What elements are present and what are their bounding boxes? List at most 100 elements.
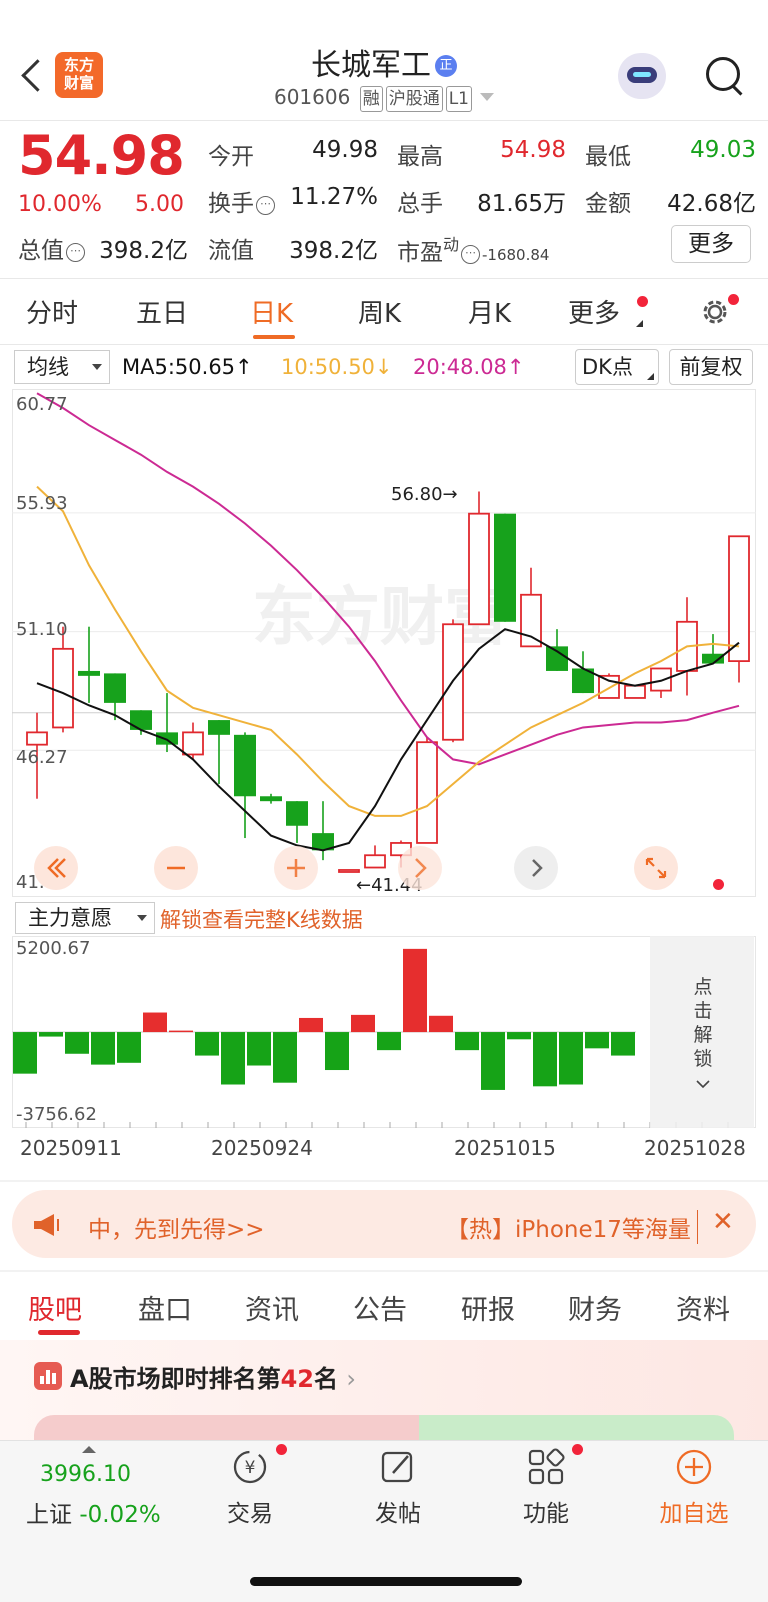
index-value[interactable]: 3996.10: [40, 1462, 131, 1487]
tab-weekly-k[interactable]: 周K: [358, 293, 401, 330]
notification-dot: [637, 296, 648, 307]
candle-body-up: [26, 731, 48, 746]
tab-finance[interactable]: 财务: [568, 1288, 622, 1327]
rank-prefix: A股市场即时排名第: [70, 1365, 281, 1393]
amount-value: 42.68亿: [667, 191, 756, 217]
mktcap-label: 总值 ⋯: [18, 231, 87, 265]
dk-point-button[interactable]: DK点: [575, 349, 659, 385]
candle-body-up: [520, 593, 542, 648]
candlestick-chart[interactable]: 东方财富: [12, 389, 756, 897]
unlock-char: 锁: [693, 1048, 713, 1070]
candle-body-down: [104, 673, 126, 703]
candle-body-down: [78, 670, 100, 676]
tab-more[interactable]: 更多: [568, 293, 620, 330]
mktcap-label-text: 总值: [18, 238, 64, 264]
info-icon[interactable]: ⋯: [66, 243, 85, 262]
scroll-left-button[interactable]: [34, 846, 78, 890]
candle-body-up: [52, 647, 74, 729]
tab-order-book[interactable]: 盘口: [138, 1288, 192, 1327]
volume-label: 总手: [397, 191, 443, 217]
rank-text[interactable]: A股市场即时排名第42名 ›: [70, 1359, 356, 1394]
info-icon[interactable]: ⋯: [256, 196, 275, 215]
scroll-right-button[interactable]: [398, 846, 442, 890]
info-icon[interactable]: ⋯: [461, 245, 481, 264]
tab-research[interactable]: 研报: [461, 1288, 515, 1327]
ma5-value: MA5:50.65↑: [122, 355, 253, 379]
tab-intraday[interactable]: 分时: [26, 293, 78, 330]
outflow-bar: [247, 1032, 271, 1066]
ma20-line: [36, 392, 740, 766]
pe-label: 市盈动 ⋯ -1680.84: [397, 231, 549, 267]
active-tab-indicator: [38, 1330, 80, 1335]
svg-text:¥: ¥: [245, 1458, 256, 1478]
tab-daily-k[interactable]: 日K: [250, 293, 293, 330]
outflow-bar: [65, 1032, 89, 1054]
high-value: 54.98: [500, 137, 566, 163]
nav-functions[interactable]: 功能: [496, 1494, 596, 1528]
candle-body-up: [364, 854, 386, 869]
candle-body-up: [650, 667, 672, 692]
index-ticker[interactable]: 上证 -0.02%: [26, 1495, 161, 1529]
zoom-out-button[interactable]: [154, 846, 198, 890]
volume-value: 81.65万: [477, 191, 566, 217]
tab-news[interactable]: 资讯: [245, 1288, 299, 1327]
outflow-bar: [13, 1032, 37, 1074]
x-axis-date: 20250911: [20, 1136, 122, 1160]
next-button[interactable]: [514, 846, 558, 890]
search-icon[interactable]: [703, 54, 747, 98]
more-quote-button[interactable]: 更多: [671, 225, 751, 263]
mktcap-value: 398.2亿: [99, 238, 188, 264]
nav-post[interactable]: 发帖: [348, 1494, 448, 1528]
tab-forum[interactable]: 股吧: [28, 1288, 82, 1327]
corner-arrow-icon: [636, 320, 643, 327]
trade-icon[interactable]: ¥: [230, 1447, 270, 1487]
pe-label-text: 市盈: [397, 240, 443, 266]
unlock-link[interactable]: 解锁查看完整K线数据: [160, 904, 363, 934]
x-axis-date: 20251028: [644, 1136, 746, 1160]
add-plus-icon[interactable]: [674, 1447, 714, 1487]
candle-body-up: [182, 731, 204, 756]
candle-body-down: [156, 732, 178, 745]
chevron-down-icon[interactable]: [480, 93, 494, 101]
fullscreen-button[interactable]: [634, 846, 678, 890]
plus-icon: [287, 859, 305, 877]
inflow-bar: [429, 1015, 453, 1033]
unlock-vertical-label[interactable]: 点 击 解 锁: [692, 975, 714, 1095]
indicator-selector[interactable]: 主力意愿: [15, 902, 155, 934]
outflow-bar: [273, 1032, 297, 1083]
close-icon[interactable]: ✕: [712, 1207, 734, 1237]
outflow-bar: [195, 1032, 219, 1056]
candle-body-down: [208, 720, 230, 735]
x-axis-date: 20251015: [454, 1136, 556, 1160]
outflow-bar: [39, 1032, 63, 1037]
tab-announcements[interactable]: 公告: [353, 1288, 407, 1327]
tab-profile[interactable]: 资料: [676, 1288, 730, 1327]
gear-icon[interactable]: [699, 296, 731, 328]
adjust-button[interactable]: 前复权: [669, 349, 753, 385]
nav-add-watchlist[interactable]: 加自选: [644, 1494, 744, 1528]
outflow-bar: [377, 1032, 401, 1051]
tab-monthly-k[interactable]: 月K: [468, 293, 511, 330]
amount-label: 金额: [585, 191, 631, 217]
post-icon[interactable]: [378, 1447, 418, 1487]
expand-icon: [645, 857, 667, 879]
unlock-char: 点: [693, 976, 713, 998]
banner-right-text[interactable]: 【热】iPhone17等海量: [446, 1210, 698, 1244]
candle-body-down: [286, 801, 308, 826]
bar-chart-glyph: [40, 1370, 56, 1384]
zoom-in-button[interactable]: [274, 846, 318, 890]
divider: [0, 1180, 768, 1182]
ma-selector[interactable]: 均线: [14, 350, 110, 384]
ai-assistant-icon[interactable]: [618, 53, 666, 99]
low-label: 最低: [585, 144, 631, 170]
active-tab-indicator: [253, 335, 295, 339]
grid-apps-icon[interactable]: [526, 1447, 566, 1487]
tab-five-day[interactable]: 五日: [136, 293, 188, 330]
float-label: 流值: [208, 238, 254, 264]
outflow-bar: [221, 1032, 245, 1085]
divider: [0, 278, 768, 279]
nav-trade[interactable]: 交易: [200, 1494, 300, 1528]
divider: [0, 120, 768, 121]
banner-left-text[interactable]: 中，先到先得>>: [88, 1210, 265, 1244]
chevron-down-icon: [696, 1080, 710, 1089]
